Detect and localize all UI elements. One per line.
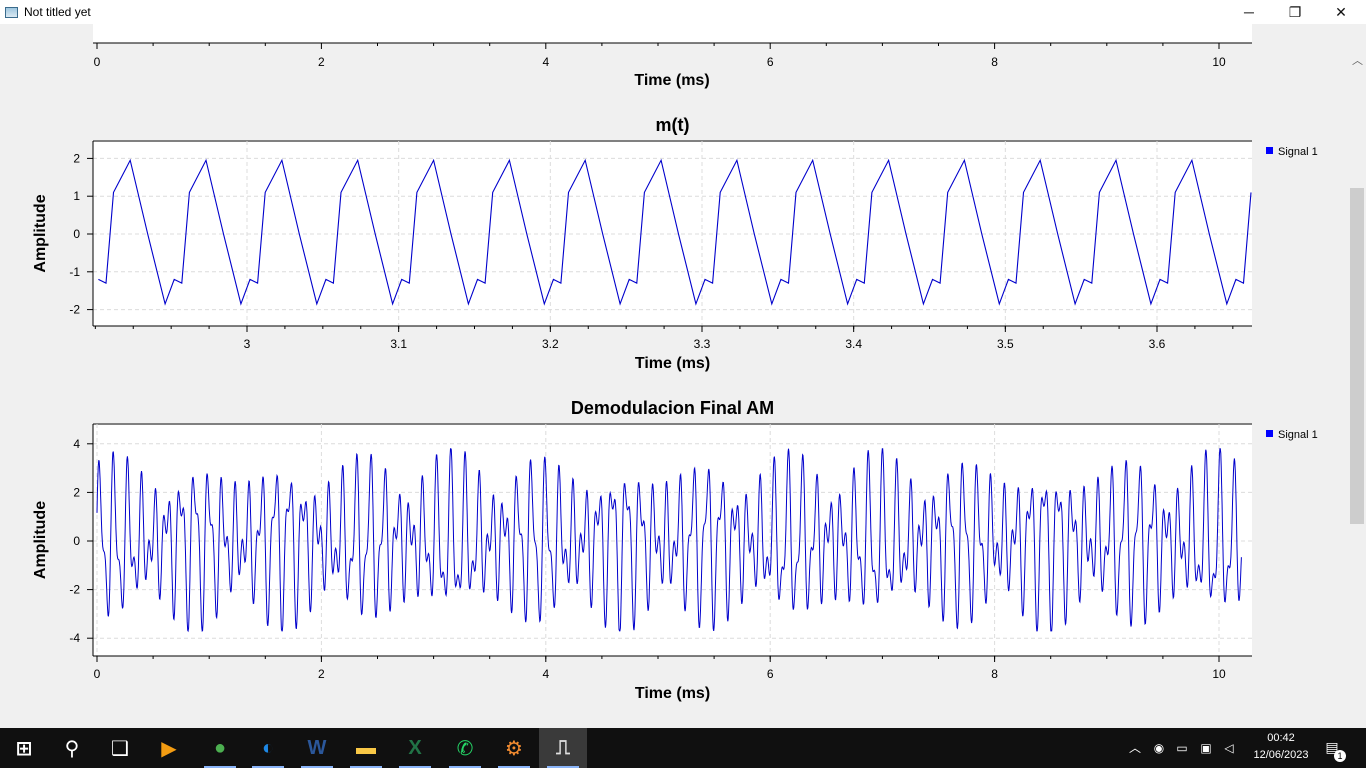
y-tick-label: -4: [69, 631, 80, 645]
plots-canvas: 0 2 4 6 8 10Time (ms)m(t)3 3.1 3.2 3.3 3.4 3.5 3.62…: [32, 24, 1318, 702]
edge-glyph: ◐: [261, 736, 275, 759]
x-tick-label: 6: [767, 667, 774, 681]
partial-x-tick-label: 10: [1212, 55, 1226, 69]
y-axis-label: Amplitude: [32, 194, 49, 272]
partial-x-tick-label: 8: [991, 55, 998, 69]
title-bar: Not titled yet ─ ❐ ✕: [0, 0, 1366, 24]
task-view-glyph: ❑: [111, 737, 129, 760]
plot-background: [93, 141, 1252, 326]
maximize-button[interactable]: ❐: [1272, 0, 1318, 24]
taskbar-excel-icon[interactable]: X: [391, 728, 439, 768]
x-tick-label: 8: [991, 667, 998, 681]
taskbar-edge-icon[interactable]: ◐: [244, 728, 292, 768]
y-axis-label: Amplitude: [32, 501, 49, 579]
vertical-scrollbar[interactable]: ︿ ﹀: [1349, 54, 1366, 728]
x-axis-label: Time (ms): [635, 685, 710, 702]
taskbar-file-explorer-icon[interactable]: ▬: [342, 728, 390, 768]
gnuradio-glyph: ⚙: [505, 737, 523, 760]
tray-battery-icon[interactable]: ▭: [1174, 740, 1190, 756]
legend-label: Signal 1: [1278, 429, 1318, 441]
y-tick-label: 1: [73, 189, 80, 203]
media-player-glyph: ▶: [161, 737, 177, 760]
legend-label: Signal 1: [1278, 146, 1318, 158]
x-tick-label: 3.4: [845, 337, 862, 351]
partial-x-tick-label: 2: [318, 55, 325, 69]
file-explorer-glyph: ▬: [356, 736, 376, 759]
x-tick-label: 3.3: [694, 337, 711, 351]
x-axis-label: Time (ms): [635, 355, 710, 372]
y-tick-label: 0: [73, 227, 80, 241]
window-title: Not titled yet: [24, 5, 91, 19]
partial-plot-frame: [93, 24, 1252, 43]
x-tick-label: 0: [94, 667, 101, 681]
x-tick-label: 4: [542, 667, 549, 681]
taskbar-plot-app-icon[interactable]: ⎍: [539, 728, 587, 768]
taskbar-search-icon[interactable]: ⚲: [48, 728, 96, 768]
plot-area: 0 2 4 6 8 10 Time (ms) m(t) 3 3.1 3.2 3.3 3.4 3.5 3.6 2…: [0, 24, 1366, 728]
tray-volume-icon[interactable]: ◁: [1221, 740, 1237, 756]
x-tick-label: 3.2: [542, 337, 559, 351]
taskbar-start-icon[interactable]: ⊞: [0, 728, 48, 768]
notification-badge: 1: [1334, 750, 1346, 762]
partial-x-axis-label: Time (ms): [634, 72, 709, 89]
taskbar-task-view-icon[interactable]: ❑: [96, 728, 144, 768]
word-glyph: W: [307, 736, 327, 759]
legend-marker: [1266, 430, 1273, 437]
chrome-glyph: ●: [213, 736, 227, 759]
x-tick-label: 2: [318, 667, 325, 681]
excel-glyph: X: [408, 736, 422, 759]
x-tick-label: 10: [1212, 667, 1226, 681]
whatsapp-glyph: ✆: [456, 737, 474, 760]
x-tick-label: 3.1: [390, 337, 407, 351]
y-tick-label: -1: [69, 265, 80, 279]
search-glyph: ⚲: [64, 737, 80, 760]
y-tick-label: 0: [73, 534, 80, 548]
plot-app-glyph: ⎍: [556, 736, 570, 759]
tray-chevron-icon[interactable]: ︿: [1127, 740, 1143, 756]
y-tick-label: 4: [73, 437, 80, 451]
y-tick-label: -2: [69, 303, 80, 317]
legend-marker: [1266, 147, 1273, 154]
close-button[interactable]: ✕: [1318, 0, 1364, 24]
scroll-up-icon[interactable]: ︿: [1349, 54, 1366, 68]
x-tick-label: 3: [244, 337, 251, 351]
x-tick-label: 3.6: [1149, 337, 1166, 351]
taskbar-chrome-icon[interactable]: ●: [196, 728, 244, 768]
taskbar-word-icon[interactable]: W: [293, 728, 341, 768]
taskbar-gnuradio-icon[interactable]: ⚙: [490, 728, 538, 768]
partial-x-tick-label: 6: [767, 55, 774, 69]
chart-0: m(t) 3 3.1 3.2 3.3 3.4 3.5 3.6 2 1 0 -1 -2 Amplitude T…: [32, 115, 1318, 372]
start-glyph: ⊞: [15, 737, 33, 760]
tray-network-icon[interactable]: ▣: [1198, 740, 1214, 756]
minimize-button[interactable]: ─: [1226, 0, 1272, 24]
y-tick-label: 2: [73, 485, 80, 499]
chart-title: Demodulacion Final AM: [571, 398, 774, 418]
partial-x-tick-label: 0: [94, 55, 101, 69]
clock-time[interactable]: 00:42: [1248, 732, 1314, 744]
scroll-thumb[interactable]: [1350, 188, 1364, 524]
y-tick-label: 2: [73, 151, 80, 165]
chart-1: Demodulacion Final AM 0 2 4 6 8 10 4 2 0 -2 -4 Ampli…: [32, 398, 1318, 702]
y-tick-label: -2: [69, 583, 80, 597]
taskbar-media-player-icon[interactable]: ▶: [145, 728, 193, 768]
chart-title: m(t): [656, 115, 690, 135]
taskbar: ⊞ ⚲ ❑ ▶ ● ◐ W ▬ X ✆ ⚙ ⎍ ︿ ◉ ▭ ▣ ◁ 00:42 12/06/2023 …: [0, 728, 1366, 768]
partial-x-tick-label: 4: [542, 55, 549, 69]
app-icon: [5, 6, 18, 18]
tray-location-icon[interactable]: ◉: [1151, 740, 1167, 756]
taskbar-whatsapp-icon[interactable]: ✆: [441, 728, 489, 768]
clock-date[interactable]: 12/06/2023: [1244, 749, 1318, 761]
x-tick-label: 3.5: [997, 337, 1014, 351]
